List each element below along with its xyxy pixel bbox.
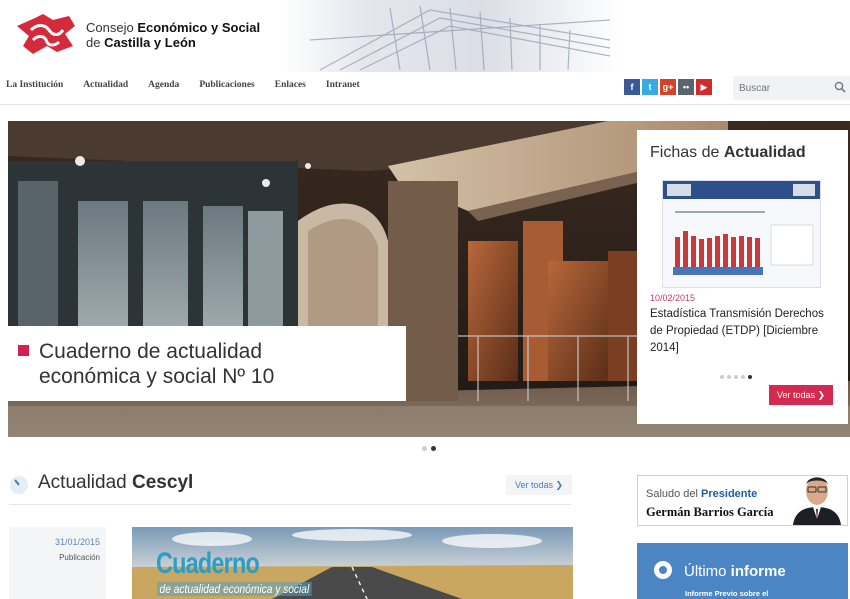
google-plus-icon[interactable]: g+ xyxy=(660,79,676,95)
informe-subtitle: Informe Previo sobre el xyxy=(685,589,769,598)
saludo-label-bold: Presidente xyxy=(701,488,758,500)
news-category: Publicación xyxy=(59,553,100,562)
fichas-actualidad-panel: Fichas de Actualidad 10/02/2015 Estadíst… xyxy=(637,130,848,424)
header-divider xyxy=(0,104,850,105)
informe-title-bold: informe xyxy=(730,563,786,580)
nav-item-actualidad[interactable]: Actualidad xyxy=(83,80,128,96)
fichas-pager-dot[interactable] xyxy=(741,375,745,379)
fichas-title-prefix: Fichas de xyxy=(650,144,724,161)
hero-caption-line1: Cuaderno de actualidad xyxy=(39,340,263,363)
actualidad-title-bold: Cescyl xyxy=(132,472,194,493)
nav-item-enlaces[interactable]: Enlaces xyxy=(275,80,306,96)
actualidad-divider xyxy=(9,504,571,505)
hero-caption-line2: económica y social Nº 10 xyxy=(39,365,275,388)
fichas-pager-dot[interactable] xyxy=(734,375,738,379)
org-name-line1-bold: Económico y Social xyxy=(137,20,261,35)
news-image-subtitle: de actualidad económica y social xyxy=(157,582,312,596)
informe-title-prefix: Último xyxy=(684,563,731,580)
org-name-line2-bold: Castilla y León xyxy=(104,35,196,50)
fichas-pager-dot[interactable] xyxy=(727,375,731,379)
nav-item-intranet[interactable]: Intranet xyxy=(326,80,360,96)
facebook-icon[interactable]: f xyxy=(624,79,640,95)
org-name-line1-prefix: Consejo xyxy=(86,20,138,35)
actualidad-title: Actualidad Cescyl xyxy=(38,472,193,494)
youtube-icon[interactable]: ▶ xyxy=(696,79,712,95)
org-name-line2-prefix: de xyxy=(86,35,105,50)
hero-caption[interactable]: Cuaderno de actualidad económica y socia… xyxy=(8,326,406,401)
informe-title: Último informe xyxy=(684,563,786,580)
hero-dot-active[interactable] xyxy=(431,446,436,451)
news-item-image[interactable]: Cuaderno de actualidad económica y socia… xyxy=(132,527,573,599)
caption-accent-square xyxy=(18,345,29,356)
news-date: 31/01/2015 xyxy=(54,537,100,547)
ficha-title[interactable]: Estadística Transmisión Derechos de Prop… xyxy=(650,306,838,357)
nav-item-la-institucion[interactable]: La Institución xyxy=(6,80,63,96)
ficha-date: 10/02/2015 xyxy=(650,293,696,303)
main-nav: La Institución Actualidad Agenda Publica… xyxy=(0,80,380,96)
org-name[interactable]: Consejo Económico y Social de Castilla y… xyxy=(86,20,260,50)
fichas-title-bold: Actualidad xyxy=(723,144,806,161)
search-input[interactable] xyxy=(733,76,828,100)
actualidad-title-prefix: Actualidad xyxy=(38,472,133,493)
president-portrait xyxy=(793,477,841,525)
nav-item-publicaciones[interactable]: Publicaciones xyxy=(199,80,254,96)
ficha-thumbnail[interactable] xyxy=(662,180,821,288)
saludo-label-prefix: Saludo del xyxy=(646,488,702,500)
saludo-presidente-box[interactable]: Saludo del Presidente Germán Barrios Gar… xyxy=(637,475,848,526)
nav-item-agenda[interactable]: Agenda xyxy=(148,80,179,96)
ultimo-informe-box[interactable]: Último informe Informe Previo sobre el xyxy=(637,543,848,599)
fichas-pager-dot[interactable] xyxy=(720,375,724,379)
search-icon[interactable] xyxy=(834,81,846,93)
info-circle-icon xyxy=(654,561,672,579)
hero-dot[interactable] xyxy=(422,446,427,451)
fichas-title: Fichas de Actualidad xyxy=(650,144,835,162)
fichas-pager xyxy=(720,375,752,379)
fichas-view-all-button[interactable]: Ver todas ❯ xyxy=(769,385,833,405)
news-item-meta: 31/01/2015 Publicación xyxy=(9,527,106,599)
hero-slider-dots xyxy=(422,446,436,451)
header-architecture-image xyxy=(280,0,620,72)
cescyl-logo-icon[interactable] xyxy=(13,12,77,56)
social-links: f t g+ •• ▶ xyxy=(624,79,712,95)
news-image-title: Cuaderno xyxy=(156,547,260,580)
president-name: Germán Barrios García xyxy=(646,505,774,519)
twitter-icon[interactable]: t xyxy=(642,79,658,95)
actualidad-view-all-button[interactable]: Ver todas ❯ xyxy=(506,475,572,495)
saludo-label: Saludo del Presidente xyxy=(646,488,757,500)
clock-icon xyxy=(10,476,28,494)
search-box xyxy=(733,76,850,100)
flickr-icon[interactable]: •• xyxy=(678,79,694,95)
fichas-pager-dot-active[interactable] xyxy=(748,375,752,379)
